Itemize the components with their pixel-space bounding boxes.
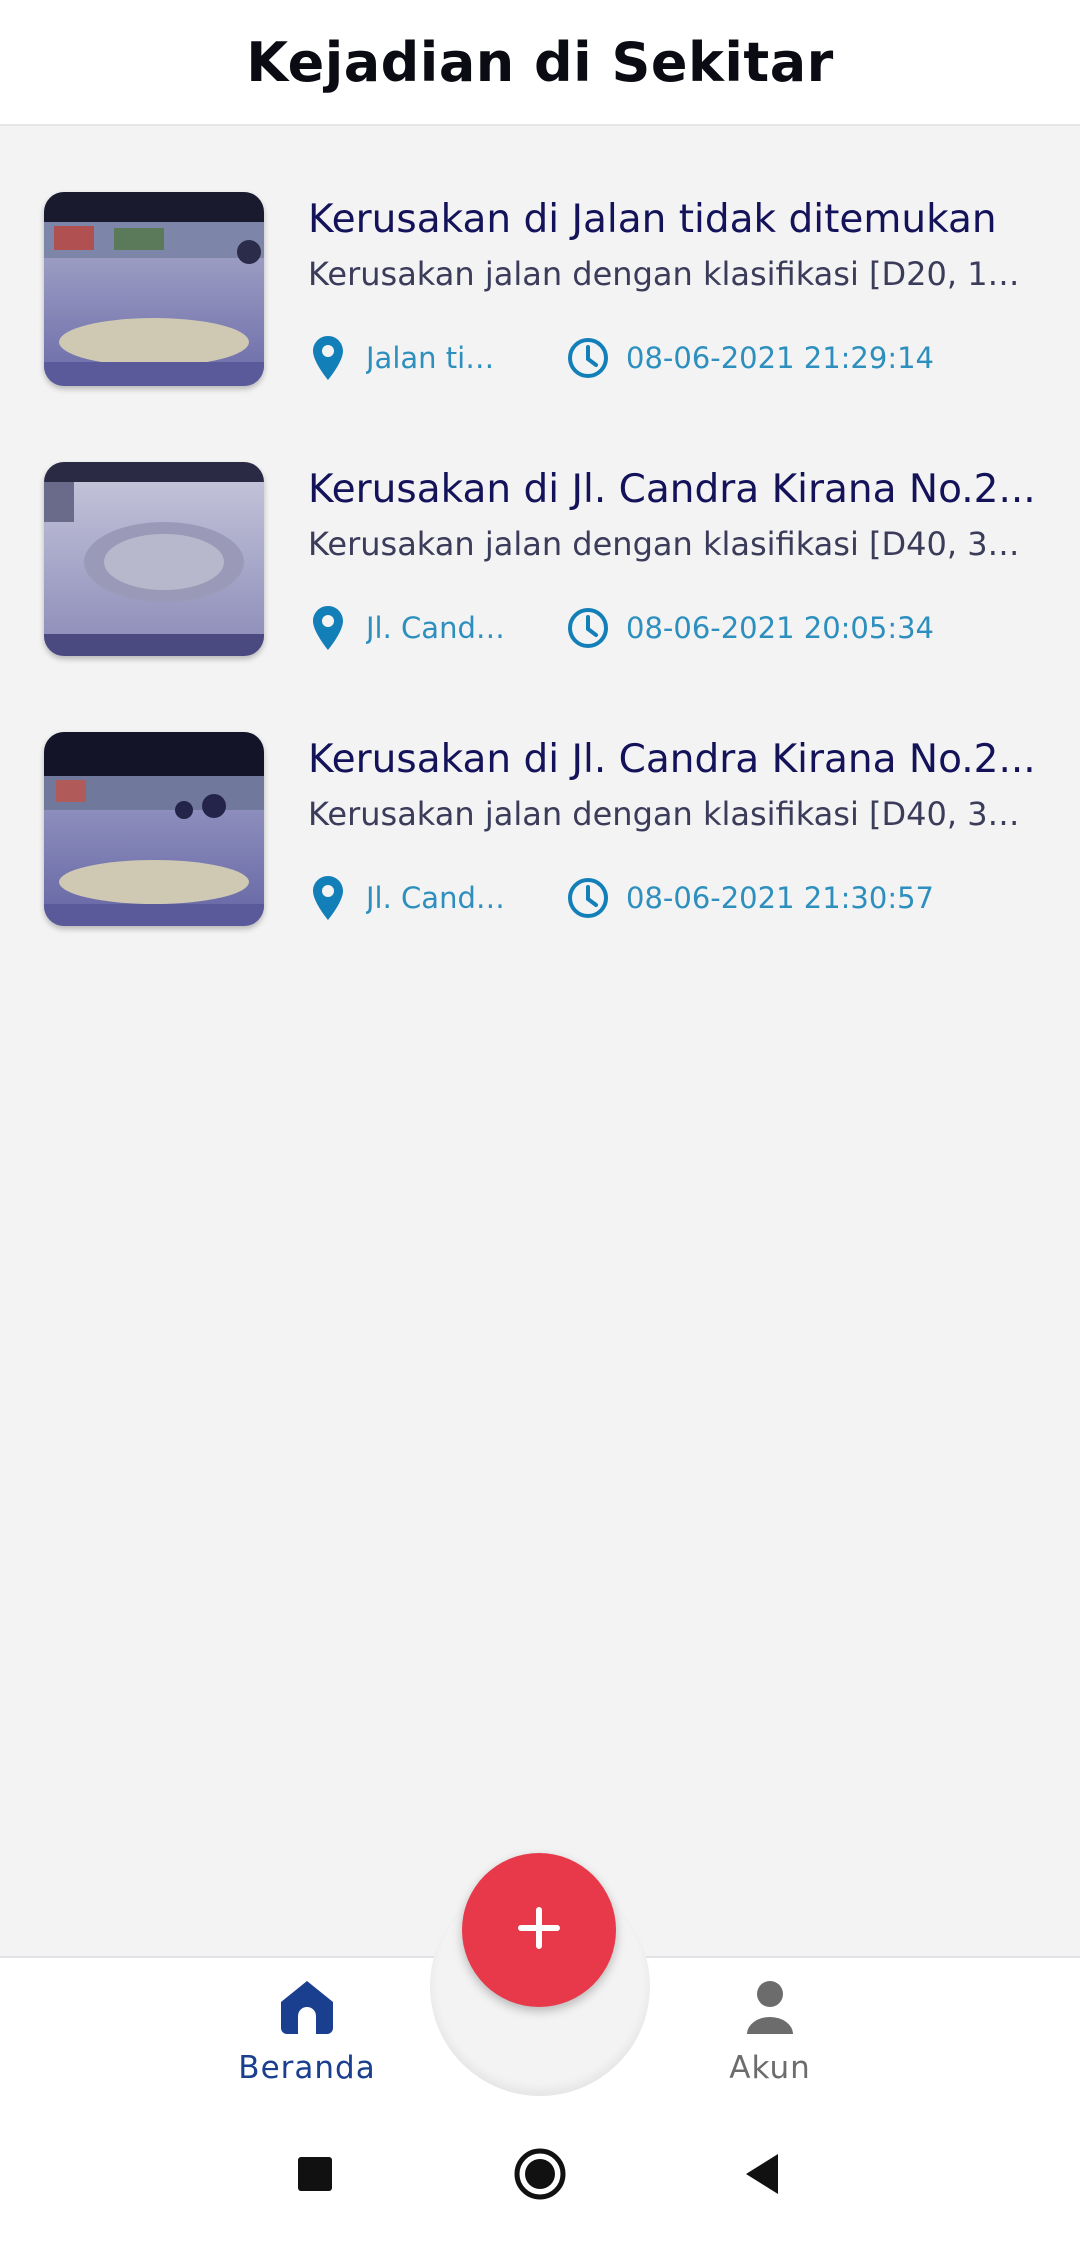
home-icon	[278, 1978, 336, 2040]
timestamp-text: 08-06-2021 21:30:57	[626, 881, 934, 915]
report-location: Jl. Candr...	[306, 602, 506, 654]
report-description: Kerusakan jalan dengan klasifikasi [D40,…	[308, 525, 1028, 563]
system-navigation-bar	[0, 2112, 1080, 2243]
recents-square-icon[interactable]	[283, 2142, 347, 2206]
location-pin-icon	[306, 336, 350, 380]
location-text: Jl. Candr...	[366, 611, 506, 645]
clock-icon	[566, 606, 610, 650]
location-text: Jalan tid...	[366, 341, 506, 375]
timestamp-text: 08-06-2021 21:29:14	[626, 341, 934, 375]
nav-account[interactable]: Akun	[670, 1978, 870, 2098]
report-title: Kerusakan di Jalan tidak ditemukan	[308, 197, 997, 242]
location-text: Jl. Candr...	[366, 881, 506, 915]
report-title: Kerusakan di Jl. Candra Kirana No.2...	[308, 737, 1036, 782]
report-item[interactable]: Kerusakan di Jl. Candra Kirana No.2... K…	[0, 462, 1080, 702]
report-time: 08-06-2021 20:05:34	[566, 602, 934, 654]
report-item[interactable]: Kerusakan di Jl. Candra Kirana No.2... K…	[0, 732, 1080, 972]
location-pin-icon	[306, 876, 350, 920]
clock-icon	[566, 336, 610, 380]
plus-icon	[517, 1906, 561, 1954]
report-description: Kerusakan jalan dengan klasifikasi [D20,…	[308, 255, 1028, 293]
back-triangle-icon[interactable]	[730, 2142, 794, 2206]
page-title: Kejadian di Sekitar	[246, 30, 834, 94]
timestamp-text: 08-06-2021 20:05:34	[626, 611, 934, 645]
nav-home-label: Beranda	[238, 2050, 376, 2086]
report-item[interactable]: Kerusakan di Jalan tidak ditemukan Kerus…	[0, 192, 1080, 432]
location-pin-icon	[306, 606, 350, 650]
user-icon	[741, 1978, 799, 2040]
report-thumbnail[interactable]	[44, 462, 264, 656]
clock-icon	[566, 876, 610, 920]
report-thumbnail[interactable]	[44, 192, 264, 386]
nav-home[interactable]: Beranda	[207, 1978, 407, 2098]
report-location: Jl. Candr...	[306, 872, 506, 924]
home-circle-icon[interactable]	[508, 2142, 572, 2206]
report-description: Kerusakan jalan dengan klasifikasi [D40,…	[308, 795, 1028, 833]
report-time: 08-06-2021 21:29:14	[566, 332, 934, 384]
nav-account-label: Akun	[729, 2050, 811, 2086]
report-location: Jalan tid...	[306, 332, 506, 384]
app-header: Kejadian di Sekitar	[0, 0, 1080, 126]
add-report-button[interactable]	[462, 1853, 616, 2007]
report-time: 08-06-2021 21:30:57	[566, 872, 934, 924]
report-title: Kerusakan di Jl. Candra Kirana No.2...	[308, 467, 1036, 512]
report-thumbnail[interactable]	[44, 732, 264, 926]
